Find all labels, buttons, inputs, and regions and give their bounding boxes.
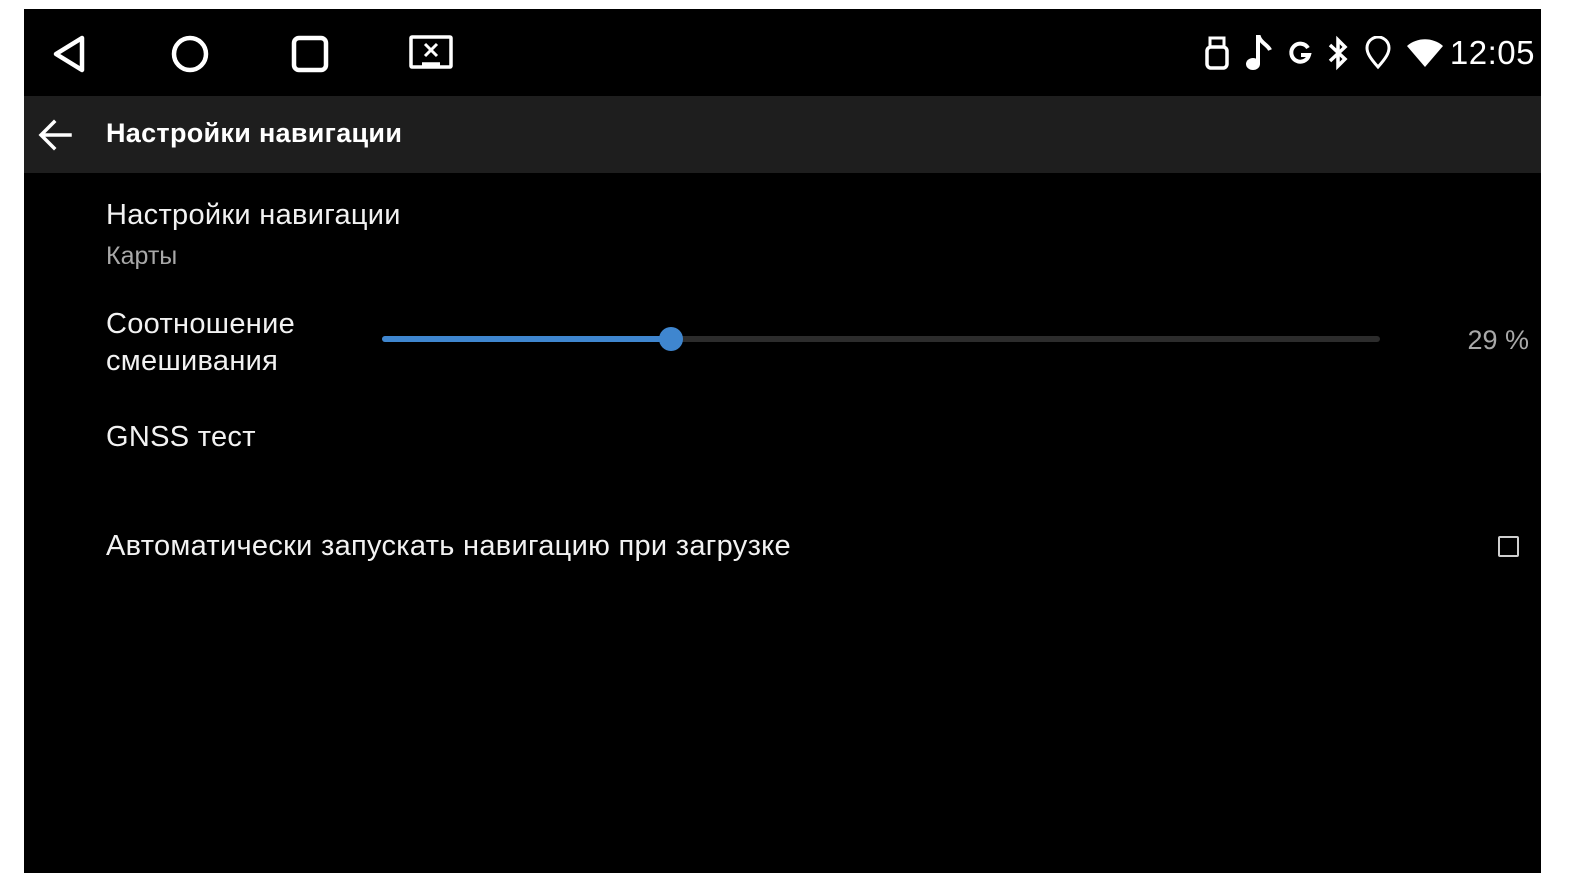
pref-navigation-app-title: Настройки навигации: [106, 199, 401, 231]
usb-indicator: [1204, 35, 1230, 71]
page-title: Настройки навигации: [106, 118, 403, 148]
pref-navigation-app[interactable]: Настройки навигации Карты: [106, 199, 401, 271]
pref-navigation-app-summary: Карты: [106, 242, 178, 270]
pref-gnss-test[interactable]: GNSS тест: [106, 421, 256, 454]
nav-back-button[interactable]: [46, 31, 92, 77]
bluetooth-indicator: [1326, 34, 1350, 72]
square-recents-icon: [291, 35, 329, 73]
google-icon: [1289, 41, 1312, 64]
location-indicator: [1364, 36, 1392, 70]
back-button[interactable]: [34, 114, 76, 156]
mix-ratio-label: Соотношение смешивания: [106, 308, 296, 377]
status-bar: 12:05: [24, 9, 1541, 96]
wifi-indicator: [1406, 37, 1444, 69]
music-indicator: [1244, 34, 1274, 72]
arrow-left-icon: [38, 119, 72, 151]
triangle-back-icon: [53, 35, 85, 73]
mix-ratio-value: 29 %: [1467, 325, 1529, 355]
mix-ratio-slider[interactable]: [382, 327, 1380, 351]
app-toolbar: Настройки навигации: [24, 96, 1541, 173]
screen: 12:05 Настройки навигации Настройки нави…: [24, 9, 1541, 873]
google-indicator: [1288, 40, 1312, 66]
pref-gnss-test-title: GNSS тест: [106, 421, 256, 453]
location-icon: [1365, 36, 1391, 70]
clock: 12:05: [1449, 34, 1535, 71]
usb-icon: [1205, 36, 1229, 70]
circle-home-icon: [171, 35, 209, 73]
autostart-checkbox[interactable]: [1498, 536, 1519, 557]
pref-autostart-title: Автоматически запускать навигацию при за…: [106, 530, 791, 562]
mix-ratio-slider-fill: [382, 336, 672, 342]
bluetooth-icon: [1328, 35, 1348, 71]
nav-home-button[interactable]: [167, 31, 213, 77]
music-note-icon: [1245, 35, 1272, 70]
pref-autostart-navigation[interactable]: Автоматически запускать навигацию при за…: [106, 530, 791, 563]
status-indicators: 12:05: [1190, 27, 1535, 79]
mix-ratio-slider-thumb[interactable]: [659, 327, 684, 351]
nav-recents-button[interactable]: [287, 31, 333, 77]
screenshot-icon: [409, 35, 453, 69]
wifi-icon: [1406, 39, 1443, 67]
nav-screenshot-button[interactable]: [408, 31, 454, 77]
